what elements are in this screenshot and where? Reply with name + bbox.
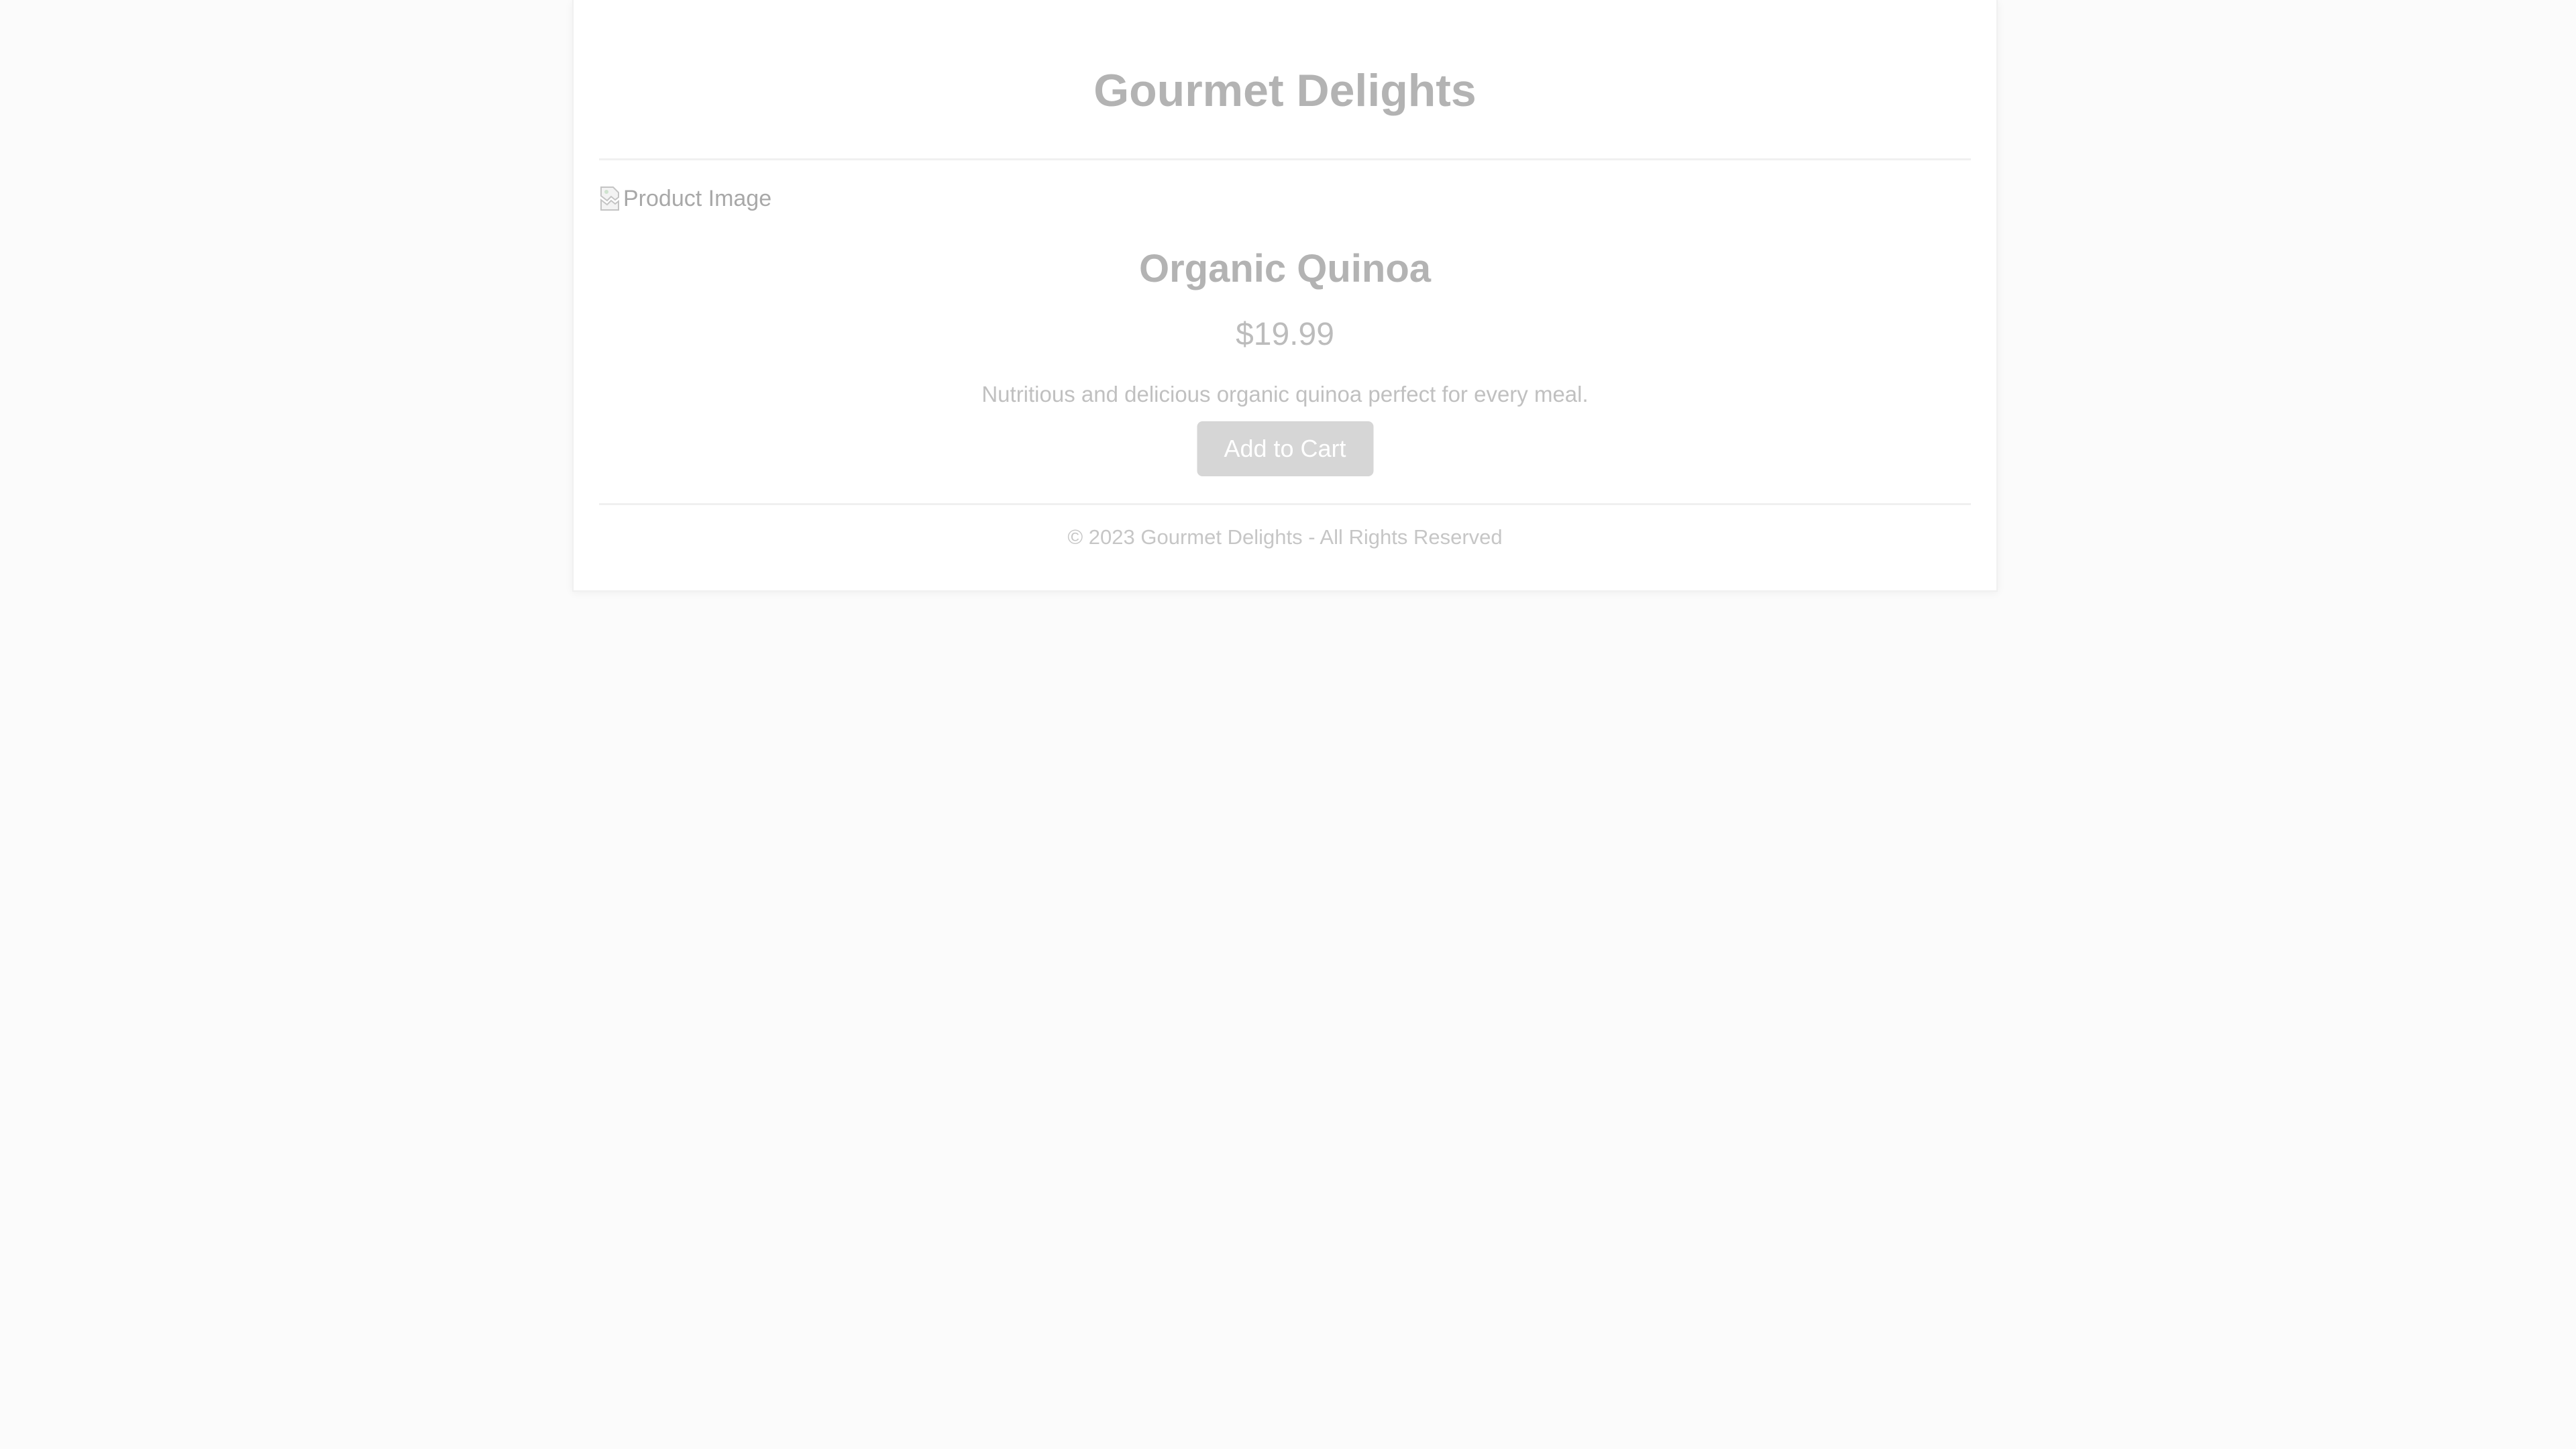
product-name: Organic Quinoa: [1138, 247, 1432, 290]
product-description: Nutritious and delicious organic quinoa …: [981, 382, 1589, 407]
site-header: Gourmet Delights: [599, 0, 1971, 160]
broken-image-icon: [599, 185, 621, 212]
footer-copyright: © 2023 Gourmet Delights - All Rights Res…: [1067, 525, 1503, 549]
site-title: Gourmet Delights: [1093, 65, 1477, 116]
product-section: Product Image Organic Quinoa $19.99 Nutr…: [599, 158, 1971, 505]
product-image-alt-text: Product Image: [623, 185, 772, 211]
product-price: $19.99: [1236, 317, 1334, 352]
product-image: Product Image: [599, 185, 771, 212]
page-card: Gourmet Delights Product Image Organic Q…: [572, 0, 1998, 592]
add-to-cart-button[interactable]: Add to Cart: [1197, 421, 1373, 476]
